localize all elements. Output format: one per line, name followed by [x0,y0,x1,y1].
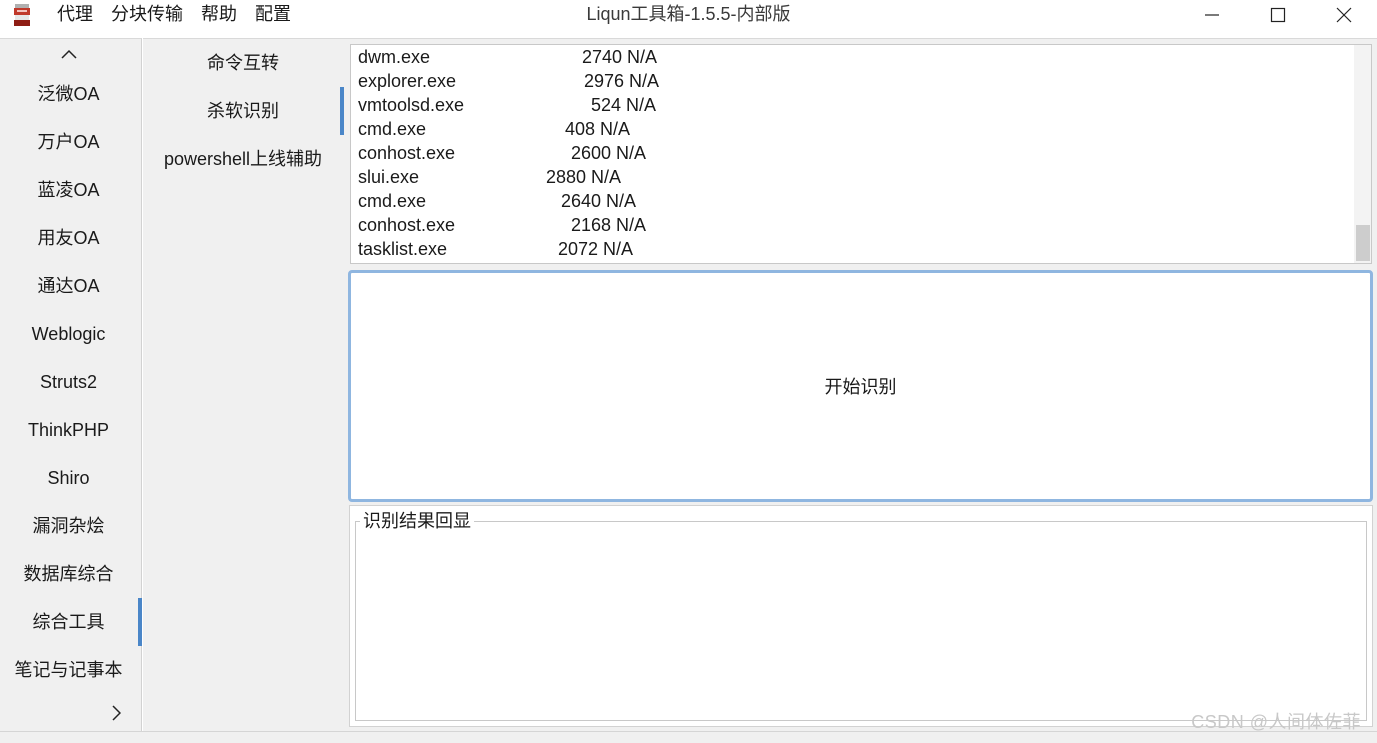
watermark: CSDN @人间体佐菲 [1191,712,1361,732]
process-row: vmtoolsd.exe 524 N/A [358,93,758,117]
process-name: conhost.exe [358,143,456,163]
menu-config[interactable]: 配置 [246,0,300,30]
menu-help[interactable]: 帮助 [192,0,246,30]
process-name: cmd.exe [358,191,427,211]
result-groupbox: 识别结果回显 [349,505,1373,727]
menu-chunked-transfer[interactable]: 分块传输 [102,0,192,30]
subnav-item-command-convert[interactable]: 命令互转 [143,39,343,87]
process-row: tasklist.exe 2072 N/A [358,237,758,261]
process-pid: 524 [590,95,621,115]
sidebar-item-general-tools[interactable]: 综合工具 [0,598,137,646]
process-mem: N/A [626,95,657,115]
sidebar-item-shiro[interactable]: Shiro [0,454,137,502]
main-content: dwm.exe 2740 N/A explorer.exe 2976 N/A vmtools… [344,38,1377,731]
minimize-icon [1205,14,1219,16]
minimize-button[interactable] [1179,0,1245,30]
sidebar-item-weblogic[interactable]: Weblogic [0,310,137,358]
sidebar-scroll-next-button[interactable] [0,699,137,727]
process-mem: N/A [629,71,660,91]
result-output-textarea[interactable] [355,521,1367,721]
app-logo-icon [12,3,32,27]
subnav-item-av-detection[interactable]: 杀软识别 [143,87,343,135]
process-pid: 2740 [581,47,622,67]
scrollbar-thumb[interactable] [1356,225,1370,261]
process-name: vmtoolsd.exe [358,95,465,115]
process-mem: N/A [600,119,631,139]
process-name: conhost.exe [358,215,456,235]
process-mem: N/A [627,47,658,67]
process-mem: N/A [606,191,637,211]
sidebar-item-wanhu-oa[interactable]: 万户OA [0,118,137,166]
close-icon [1336,7,1352,23]
maximize-button[interactable] [1245,0,1311,30]
chevron-right-icon [112,705,121,721]
process-row: cmd.exe 2640 N/A [358,189,758,213]
process-list-textarea[interactable]: dwm.exe 2740 N/A explorer.exe 2976 N/A vmtools… [350,44,1372,264]
close-button[interactable] [1311,0,1377,30]
menu-proxy[interactable]: 代理 [48,0,102,30]
sidebar-item-database[interactable]: 数据库综合 [0,550,137,598]
sidebar-scroll-up-button[interactable] [0,41,137,67]
process-name: cmd.exe [358,119,427,139]
process-name: explorer.exe [358,71,457,91]
tool-subnav: 命令互转 杀软识别 powershell上线辅助 [143,38,344,731]
title-bar: 代理 分块传输 帮助 配置 Liqun工具箱-1.5.5-内部版 [0,0,1377,30]
sidebar-item-fanwei-oa[interactable]: 泛微OA [0,70,137,118]
sidebar-item-thinkphp[interactable]: ThinkPHP [0,406,137,454]
subnav-item-powershell-helper[interactable]: powershell上线辅助 [143,135,343,183]
sidebar-active-indicator [138,598,142,646]
process-list-scrollbar[interactable] [1354,45,1371,263]
process-name: slui.exe [358,167,420,187]
start-detection-button[interactable]: 开始识别 [348,270,1373,502]
process-row: explorer.exe 2976 N/A [358,69,758,93]
sidebar-item-misc-vulns[interactable]: 漏洞杂烩 [0,502,137,550]
chevron-up-icon [60,49,77,59]
maximize-icon [1270,7,1286,23]
process-pid: 2168 [570,215,611,235]
process-pid: 2600 [570,143,611,163]
sidebar-item-yonyou-oa[interactable]: 用友OA [0,214,137,262]
process-mem: N/A [616,215,647,235]
process-row: conhost.exe 2600 N/A [358,141,758,165]
process-mem: N/A [603,239,634,259]
process-name: tasklist.exe [358,239,448,259]
process-row: cmd.exe 408 N/A [358,117,758,141]
sidebar-item-lanling-oa[interactable]: 蓝凌OA [0,166,137,214]
result-groupbox-title: 识别结果回显 [360,510,474,532]
process-pid: 2640 [560,191,601,211]
process-mem: N/A [591,167,622,187]
process-row: conhost.exe 2168 N/A [358,213,758,237]
process-pid: 2976 [583,71,624,91]
sidebar-item-struts2[interactable]: Struts2 [0,358,137,406]
sidebar-item-tongda-oa[interactable]: 通达OA [0,262,137,310]
menu-bar: 代理 分块传输 帮助 配置 [48,0,300,30]
process-name: dwm.exe [358,47,431,67]
process-mem: N/A [616,143,647,163]
process-row: slui.exe 2880 N/A [358,165,758,189]
sidebar-item-notes[interactable]: 笔记与记事本 [0,646,137,694]
window-controls [1179,0,1377,30]
process-row: dwm.exe 2740 N/A [358,45,758,69]
window-bottom-border [0,731,1377,743]
process-pid: 408 [564,119,595,139]
process-pid: 2072 [557,239,598,259]
category-sidebar: 泛微OA 万户OA 蓝凌OA 用友OA 通达OA Weblogic Struts… [0,38,142,731]
process-pid: 2880 [545,167,586,187]
